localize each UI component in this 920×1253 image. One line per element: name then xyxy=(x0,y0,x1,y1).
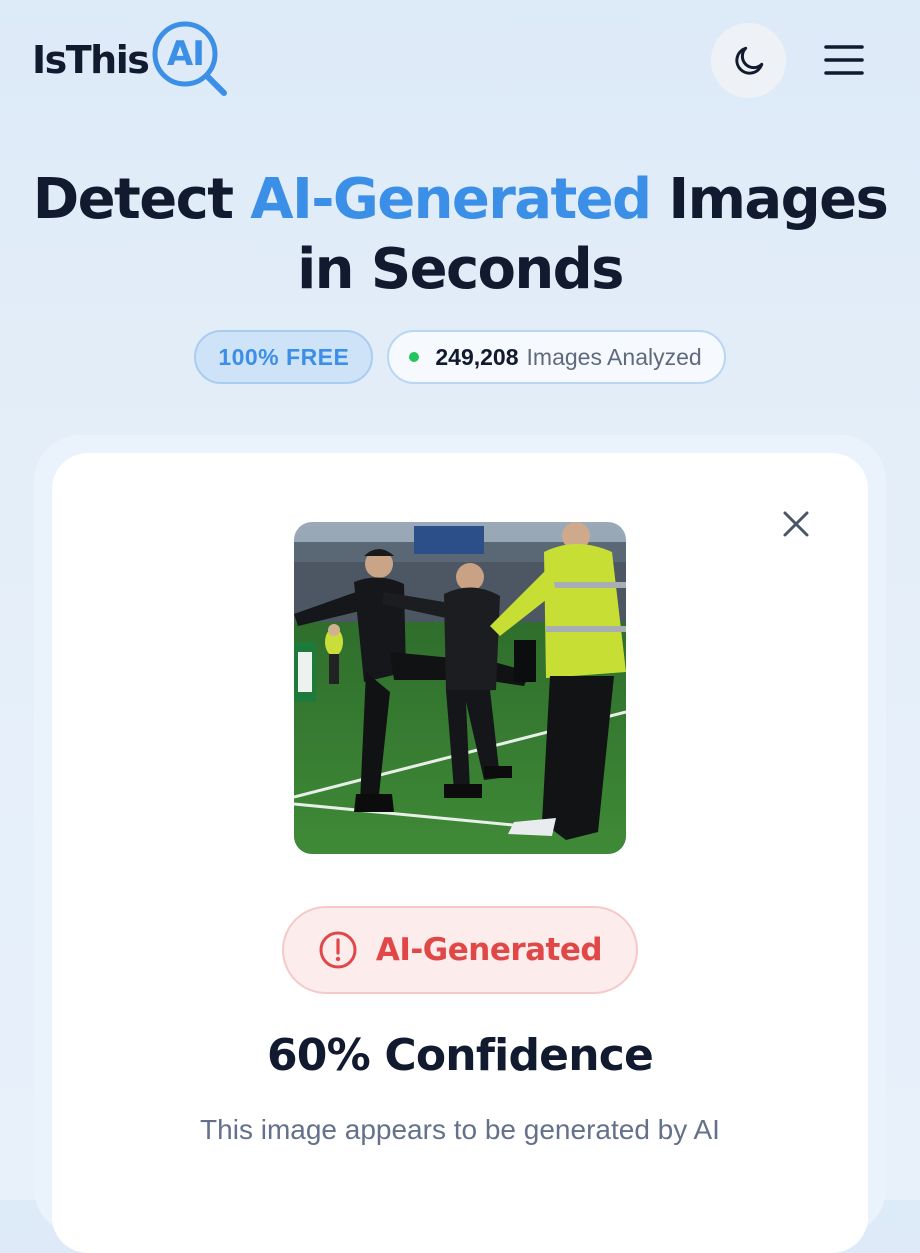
close-button[interactable] xyxy=(772,500,820,548)
hero-badges: 100% FREE 249,208 Images Analyzed xyxy=(0,330,920,384)
free-badge: 100% FREE xyxy=(194,330,374,384)
hero-title-line2: in Seconds xyxy=(297,237,624,302)
alert-circle-icon xyxy=(319,931,357,969)
uploaded-image-preview xyxy=(294,522,626,854)
logo-text: IsThis xyxy=(32,38,150,82)
result-description: This image appears to be generated by AI xyxy=(200,1114,720,1145)
live-dot-icon xyxy=(409,352,420,362)
hero-title-pre: Detect xyxy=(32,167,251,232)
site-logo[interactable]: IsThis AI xyxy=(32,20,232,100)
logo-magnifier-badge: AI xyxy=(150,19,232,101)
images-label: Images Analyzed xyxy=(526,343,702,370)
close-icon xyxy=(783,511,809,537)
verdict-badge: AI-Generated xyxy=(282,906,638,994)
menu-button[interactable] xyxy=(815,30,873,90)
images-count: 249,208 xyxy=(435,343,519,370)
moon-icon xyxy=(734,46,763,75)
verdict-label: AI-Generated xyxy=(375,932,603,968)
hamburger-menu-icon xyxy=(824,45,864,75)
images-analyzed-badge: 249,208 Images Analyzed xyxy=(387,330,726,384)
logo-ai-text: AI xyxy=(166,34,205,74)
hero-title: Detect AI-Generated Images in Seconds xyxy=(0,165,920,305)
hero-title-accent: AI-Generated xyxy=(250,167,652,232)
confidence-score: 60% Confidence xyxy=(266,1030,654,1081)
site-header: IsThis AI xyxy=(0,0,920,130)
hero-title-post: Images xyxy=(650,167,888,232)
theme-toggle-button[interactable] xyxy=(711,23,786,98)
preview-photo xyxy=(294,522,626,854)
